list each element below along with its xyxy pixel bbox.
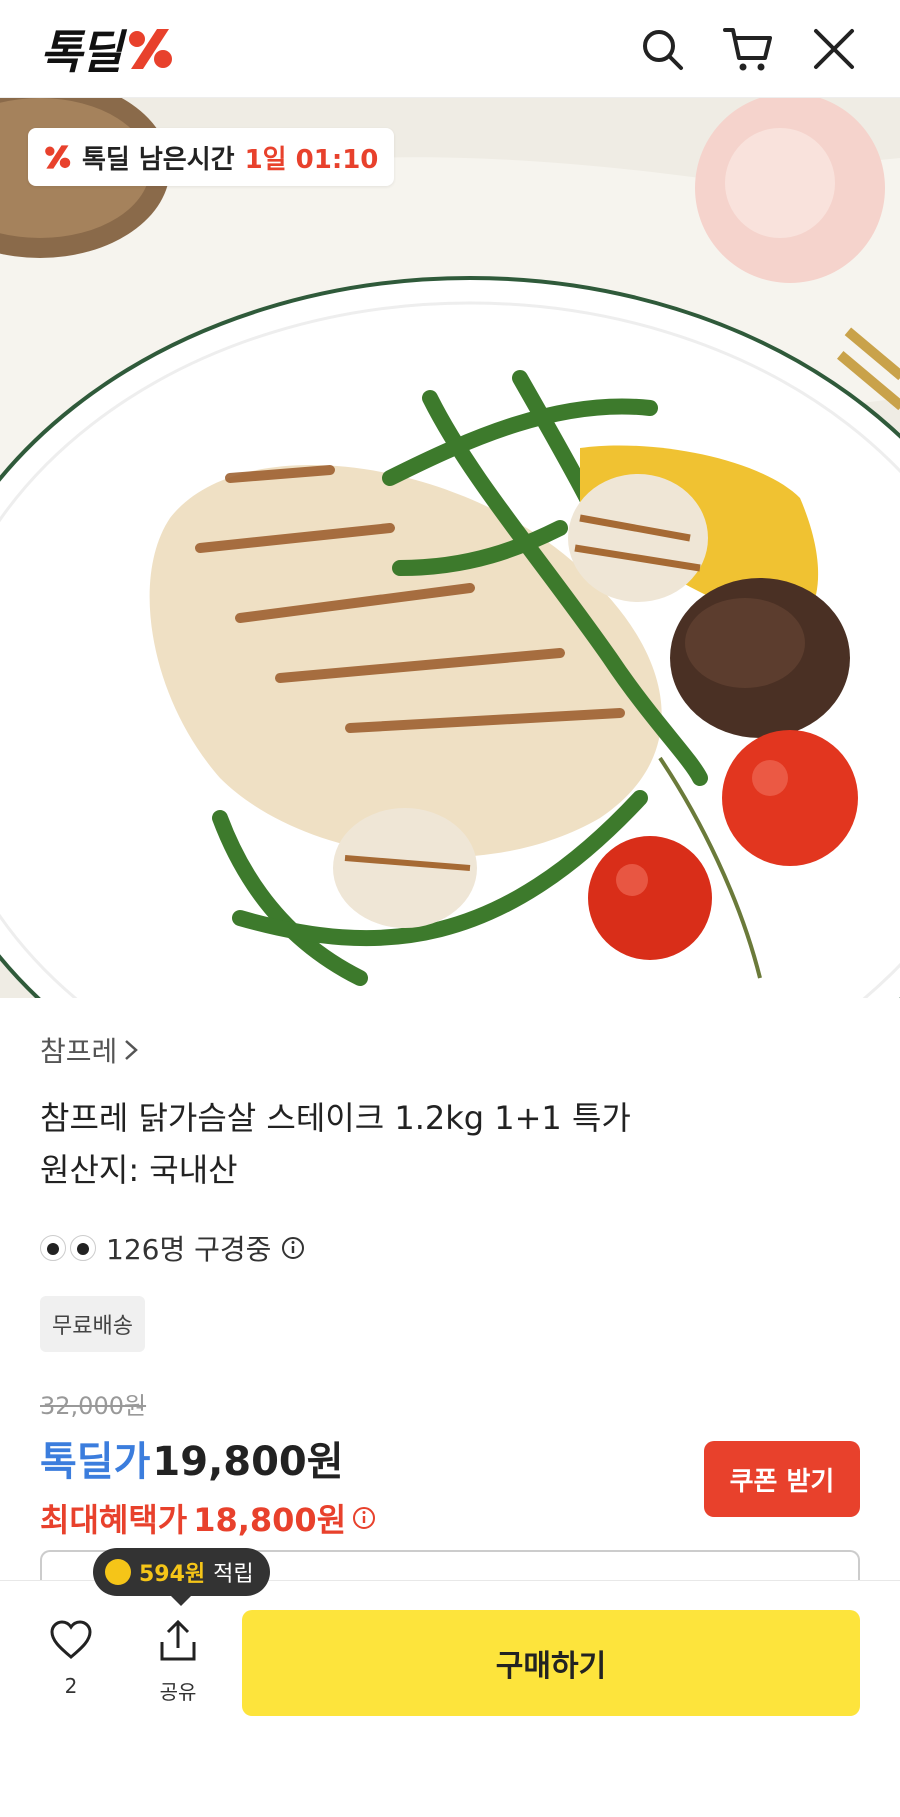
logo[interactable]: 톡딜 xyxy=(40,16,175,82)
viewer-count-text: 126명 구경중 xyxy=(106,1233,272,1266)
chevron-right-icon xyxy=(125,1040,139,1060)
product-title: 참프레 닭가슴살 스테이크 1.2kg 1+1 특가 원산지: 국내산 xyxy=(40,1092,860,1196)
title-line-2: 원산지: 국내산 xyxy=(40,1151,238,1189)
app-header: 톡딜 xyxy=(0,0,900,98)
deal-price-label: 톡딜가 xyxy=(40,1439,151,1485)
percent-icon xyxy=(45,145,71,169)
buy-button[interactable]: 구매하기 xyxy=(242,1610,860,1716)
eyes-icon xyxy=(40,1235,96,1261)
viewer-count: 126명 구경중 xyxy=(40,1228,860,1268)
share-button[interactable]: 공유 xyxy=(138,1620,218,1705)
timer-label: 톡딜 남은시간 xyxy=(82,144,235,175)
percent-logo-icon xyxy=(128,28,172,69)
coupon-button[interactable]: 쿠폰 받기 xyxy=(704,1441,860,1517)
deal-timer: 톡딜 남은시간 1일 01:10 xyxy=(28,128,395,186)
info-icon[interactable] xyxy=(352,1506,376,1530)
cart-icon[interactable] xyxy=(722,23,774,75)
close-icon[interactable] xyxy=(808,23,860,75)
title-line-1: 참프레 닭가슴살 스테이크 1.2kg 1+1 특가 xyxy=(40,1099,631,1137)
share-icon xyxy=(160,1620,196,1661)
brand-name: 참프레 xyxy=(40,1035,118,1068)
free-shipping-badge: 무료배송 xyxy=(40,1296,145,1352)
max-benefit-label: 최대혜택가 xyxy=(40,1501,188,1539)
share-label: 공유 xyxy=(159,1680,197,1704)
product-image[interactable]: 톡딜 남은시간 1일 01:10 xyxy=(0,98,900,998)
search-icon[interactable] xyxy=(636,23,688,75)
coin-icon xyxy=(105,1559,131,1585)
logo-text: 톡딜 xyxy=(40,24,123,79)
deal-price: 19,800원 xyxy=(152,1439,344,1485)
like-count: 2 xyxy=(64,1674,78,1698)
heart-icon xyxy=(50,1620,92,1659)
info-icon[interactable] xyxy=(281,1236,305,1260)
points-text: 적립 xyxy=(213,1562,254,1587)
timer-value: 1일 01:10 xyxy=(244,144,379,175)
max-benefit-price: 18,800원 xyxy=(193,1501,347,1539)
points-tooltip: 594원 적립 xyxy=(93,1548,270,1606)
brand-link[interactable]: 참프레 xyxy=(40,1030,860,1070)
food-plate-illustration xyxy=(0,98,900,998)
like-button[interactable]: 2 xyxy=(31,1620,111,1698)
points-amount: 594원 xyxy=(139,1562,206,1587)
original-price: 32,000원 xyxy=(40,1392,147,1420)
